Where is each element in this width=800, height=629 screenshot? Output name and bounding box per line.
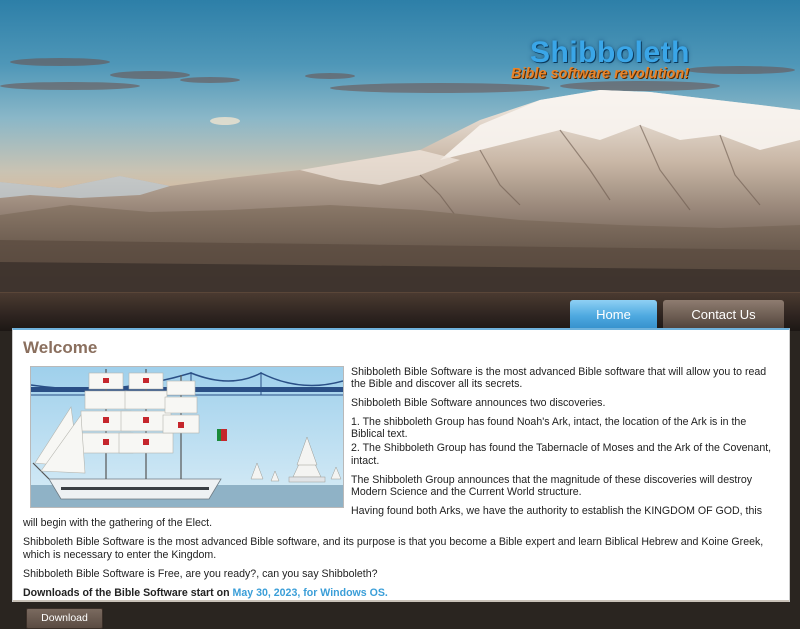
- download-button[interactable]: Download: [26, 608, 103, 629]
- content-body: Welcome Shibboleth Bible Software is the…: [23, 338, 777, 629]
- tall-ship-photo: [30, 365, 344, 508]
- main-navigation: Home Contact Us: [0, 292, 800, 331]
- nav-tab-contact-us[interactable]: Contact Us: [663, 300, 784, 329]
- downloads-prefix: Downloads of the Bible Software start on: [23, 586, 233, 599]
- site-title: Shibboleth: [530, 36, 690, 69]
- site-tagline: Bible software revolution!: [511, 66, 690, 82]
- page-heading: Welcome: [23, 338, 98, 357]
- content-panel: Welcome Shibboleth Bible Software is the…: [12, 328, 790, 629]
- downloads-date: May 30, 2023, for Windows OS.: [232, 586, 388, 599]
- paragraph-purpose: Shibboleth Bible Software is the most ad…: [23, 536, 764, 561]
- content-bottom-divider: [13, 600, 789, 602]
- paragraph-free: Shibboleth Bible Software is Free, are y…: [23, 567, 378, 580]
- downloads-notice: Downloads of the Bible Software start on…: [23, 587, 777, 599]
- nav-tab-home[interactable]: Home: [570, 300, 657, 329]
- header-banner: Shibboleth Bible software revolution!: [0, 0, 800, 295]
- paragraph-kingdom: Having found both Arks, we have the auth…: [23, 505, 762, 530]
